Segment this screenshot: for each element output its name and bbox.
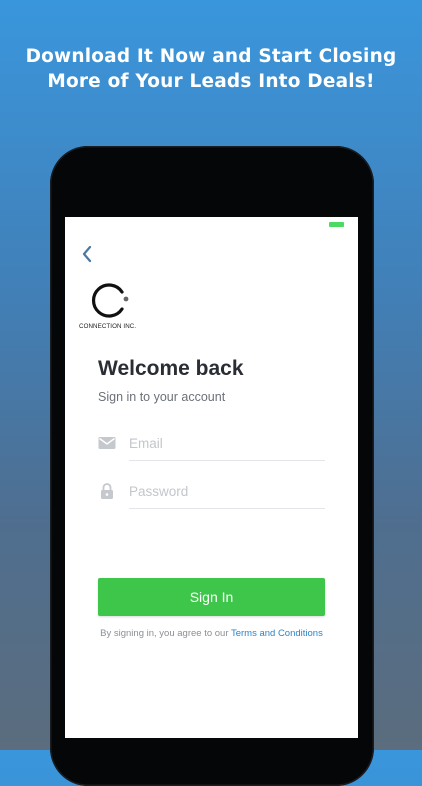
- email-field-row: [98, 426, 325, 462]
- c-ring-logo: [92, 283, 129, 318]
- promo-headline: Download It Now and Start Closing More o…: [0, 44, 422, 94]
- company-logo: CONNECTION INC.: [79, 279, 145, 335]
- back-button[interactable]: [79, 243, 99, 265]
- lock-icon: [101, 483, 113, 499]
- promo-line-2: More of Your Leads Into Deals!: [47, 71, 375, 92]
- terms-link[interactable]: Terms and Conditions: [231, 628, 323, 639]
- logo-text: CONNECTION INC.: [79, 323, 137, 330]
- terms-prefix: By signing in, you agree to our: [100, 628, 231, 639]
- email-input[interactable]: [129, 426, 325, 461]
- chevron-left-icon: [82, 245, 92, 263]
- password-field-row: [98, 474, 325, 510]
- sign-in-button[interactable]: Sign In: [98, 578, 325, 616]
- app-screen: CONNECTION INC. Welcome back Sign in to …: [65, 217, 358, 738]
- password-input[interactable]: [129, 474, 325, 509]
- promo-line-1: Download It Now and Start Closing: [25, 46, 397, 67]
- envelope-icon: [98, 437, 116, 449]
- page-title: Welcome back: [98, 357, 244, 380]
- page-subtitle: Sign in to your account: [98, 390, 226, 404]
- battery-icon: [329, 222, 344, 227]
- terms-notice: By signing in, you agree to our Terms an…: [98, 628, 325, 640]
